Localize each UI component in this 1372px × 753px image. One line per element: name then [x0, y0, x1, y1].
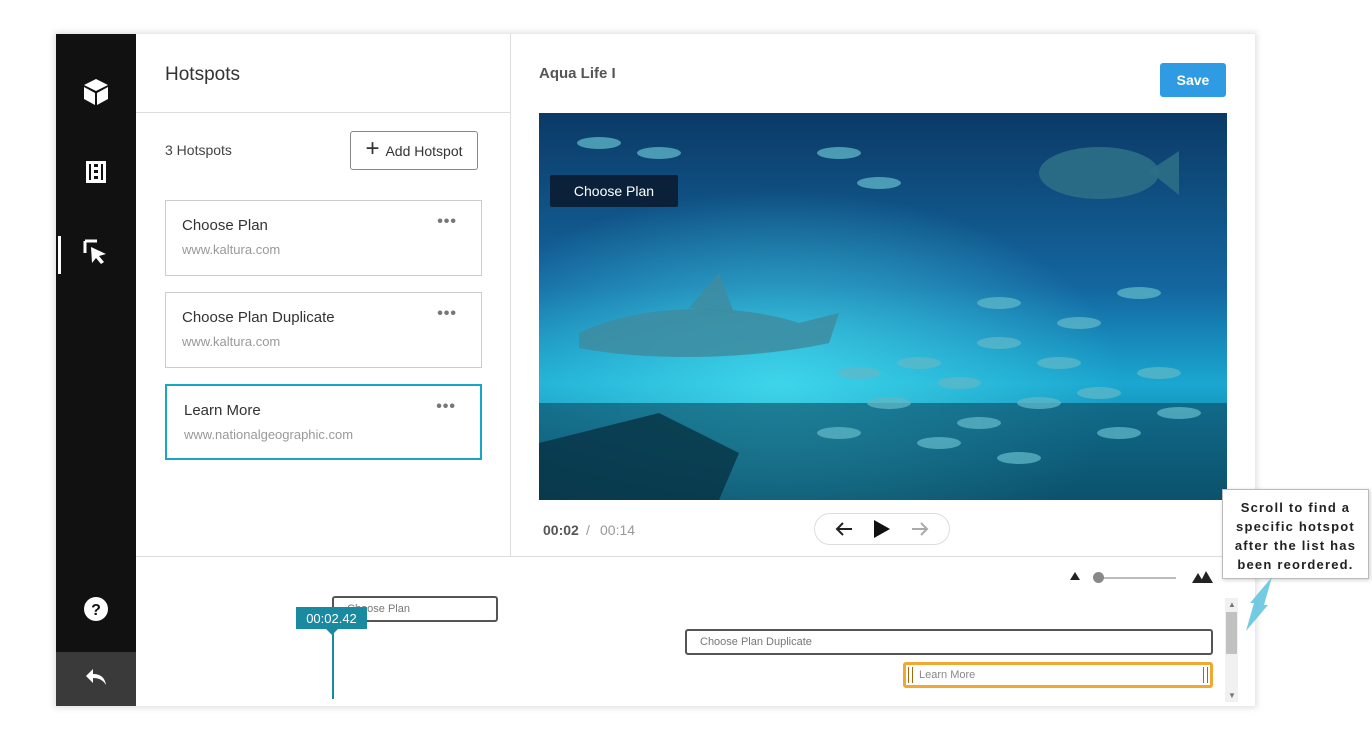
sidebar: ? [56, 34, 136, 706]
video-hotspot-overlay[interactable]: Choose Plan [550, 175, 678, 207]
film-strip-icon [85, 160, 107, 189]
hotspots-panel: Hotspots 3 Hotspots + Add Hotspot Choose… [136, 34, 511, 556]
plus-icon: + [365, 135, 380, 162]
video-title: Aqua Life I [539, 65, 616, 82]
total-time: 00:14 [600, 522, 636, 538]
hotspot-count: 3 Hotspots [165, 142, 232, 158]
zoom-in-icon[interactable] [1192, 570, 1214, 588]
hotspot-card[interactable]: Choose Plan www.kaltura.com ••• [165, 200, 482, 276]
playhead-time-badge[interactable]: 00:02.42 [296, 607, 367, 635]
divider [136, 112, 510, 113]
current-time: 00:02 [543, 522, 579, 538]
clip-trim-handle-right[interactable] [1203, 667, 1208, 683]
save-button[interactable]: Save [1160, 63, 1226, 97]
more-options-icon[interactable]: ••• [437, 213, 457, 231]
hotspot-url: www.kaltura.com [182, 242, 281, 257]
svg-text:?: ? [91, 602, 101, 619]
cube-icon [83, 78, 109, 111]
play-icon[interactable] [873, 519, 891, 539]
hotspot-title: Learn More [184, 402, 261, 419]
timeline-clip-selected[interactable]: Learn More [903, 662, 1213, 688]
playback-controls [814, 513, 950, 545]
sidebar-item-media[interactable] [56, 64, 136, 124]
playhead-line[interactable] [332, 633, 334, 699]
hotspot-card[interactable]: Choose Plan Duplicate www.kaltura.com ••… [165, 292, 482, 368]
annotation-callout: Scroll to find a specific hotspot after … [1222, 489, 1369, 579]
hotspot-url: www.kaltura.com [182, 334, 281, 349]
hotspot-card-selected[interactable]: Learn More www.nationalgeographic.com ••… [165, 384, 482, 460]
timeline-clip[interactable]: Choose Plan Duplicate [685, 629, 1213, 655]
scrollbar-thumb[interactable] [1226, 612, 1237, 654]
help-button[interactable]: ? [56, 581, 136, 641]
more-options-icon[interactable]: ••• [436, 398, 456, 416]
timeline-divider [136, 556, 1255, 557]
add-hotspot-button[interactable]: + Add Hotspot [350, 131, 478, 170]
hotspot-title: Choose Plan Duplicate [182, 309, 335, 326]
sidebar-item-hotspots[interactable] [56, 224, 136, 284]
panel-title: Hotspots [165, 64, 240, 85]
time-separator: / [586, 522, 590, 538]
question-circle-icon: ? [83, 596, 109, 627]
zoom-slider-knob[interactable] [1093, 572, 1104, 583]
clip-trim-handle-left[interactable] [908, 667, 913, 683]
zoom-slider-track[interactable] [1096, 577, 1176, 579]
reply-arrow-icon [84, 667, 108, 692]
cursor-click-icon [82, 238, 110, 271]
hotspot-editor-window: ? Hotspots 3 Hotspots + Add Hotspot Choo… [56, 34, 1255, 706]
zoom-out-icon[interactable] [1070, 572, 1080, 580]
callout-arrow-icon [1238, 575, 1278, 640]
add-hotspot-label: Add Hotspot [385, 142, 463, 159]
timeline-clip-label: Learn More [919, 669, 976, 681]
back-button[interactable] [56, 652, 136, 706]
sidebar-item-chapters[interactable] [56, 144, 136, 204]
hotspot-url: www.nationalgeographic.com [184, 427, 354, 442]
arrow-left-icon[interactable] [835, 522, 853, 536]
timeline-scrollbar[interactable]: ▲ ▼ [1225, 598, 1238, 702]
hotspot-title: Choose Plan [182, 217, 268, 234]
video-frame-image [539, 113, 1227, 500]
video-player[interactable]: Choose Plan [539, 113, 1227, 500]
arrow-right-icon[interactable] [911, 522, 929, 536]
scroll-up-icon[interactable]: ▲ [1228, 600, 1236, 609]
scroll-down-icon[interactable]: ▼ [1228, 691, 1236, 700]
more-options-icon[interactable]: ••• [437, 305, 457, 323]
